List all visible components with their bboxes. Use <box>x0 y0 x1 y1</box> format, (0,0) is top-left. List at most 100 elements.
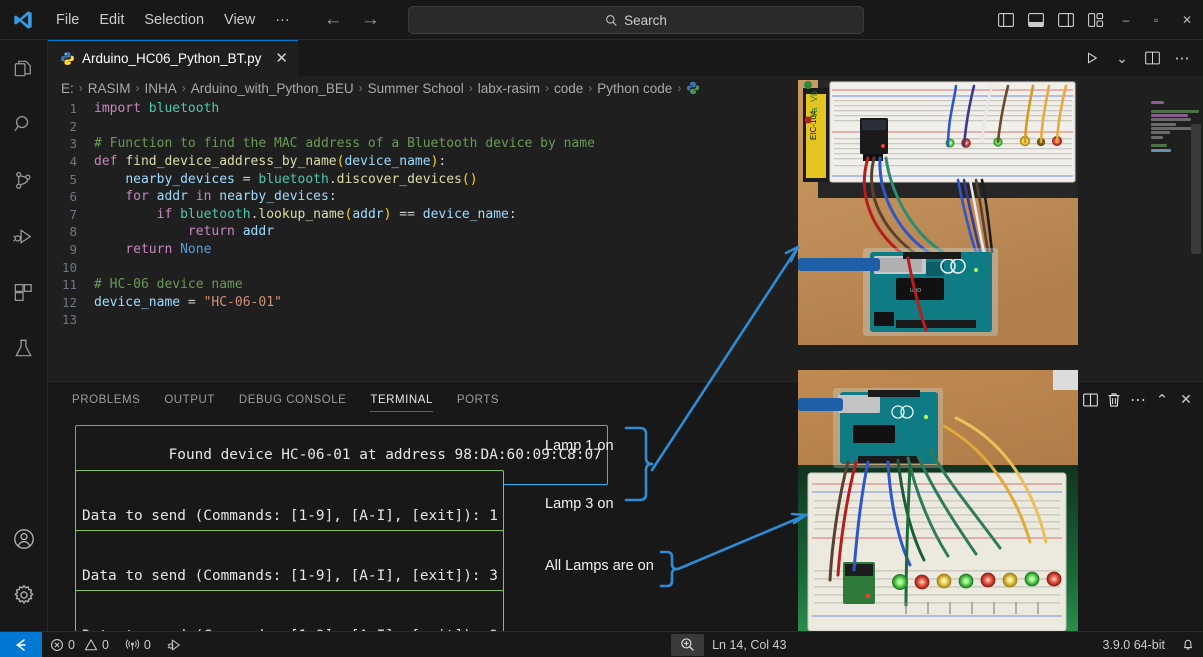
minimap-line <box>1151 144 1167 148</box>
go-back-icon[interactable]: ← <box>324 10 343 29</box>
code-text: nearby_devices = bluetooth.discover_devi… <box>125 171 478 187</box>
cursor-position-status[interactable]: Ln 14, Col 43 <box>704 632 794 657</box>
line-number: 2 <box>69 118 77 134</box>
breadcrumb-separator: › <box>78 81 83 95</box>
terminal-line-prompt-2: Data to send (Commands: [1-9], [A-I], [e… <box>82 568 498 584</box>
sidebar-item-search[interactable] <box>0 96 48 152</box>
debug-alt-icon <box>167 639 180 650</box>
close-icon[interactable]: ✕ <box>275 51 288 66</box>
split-editor-right-icon[interactable] <box>1139 40 1165 76</box>
customize-layout-icon[interactable] <box>1081 0 1111 40</box>
sidebar-item-source-control[interactable] <box>0 152 48 208</box>
error-count: 0 <box>68 637 75 652</box>
close-panel-icon[interactable]: ✕ <box>1175 382 1197 417</box>
line-number: 6 <box>69 189 77 205</box>
breadcrumb-item-1[interactable]: RASIM <box>88 81 131 96</box>
remote-window-button[interactable] <box>0 631 42 657</box>
tab-ports[interactable]: PORTS <box>445 382 511 417</box>
breadcrumb-item-0[interactable]: E: <box>61 81 74 96</box>
editor-tab-active[interactable]: Arduino_HC06_Python_BT.py ✕ <box>48 40 298 76</box>
go-forward-icon[interactable]: → <box>361 10 380 29</box>
run-options-chevron-down-icon[interactable]: ⌄ <box>1109 40 1135 76</box>
line-number: 12 <box>61 294 77 310</box>
sidebar-item-run-and-debug[interactable] <box>0 208 48 264</box>
minimap-line <box>1151 114 1188 118</box>
split-terminal-icon[interactable] <box>1079 382 1101 417</box>
breadcrumb-item-7[interactable]: Python code <box>597 81 672 96</box>
maximize-button[interactable]: ▫ <box>1141 0 1171 40</box>
tab-problems[interactable]: PROBLEMS <box>60 382 152 417</box>
minimize-button[interactable]: – <box>1111 0 1141 40</box>
toggle-secondary-sidebar-icon[interactable] <box>1051 0 1081 40</box>
toggle-panel-icon[interactable] <box>1021 0 1051 40</box>
search-input[interactable]: Search <box>408 6 864 34</box>
minimap-line <box>1151 109 1199 113</box>
title-bar: File Edit Selection View ··· ← → Search <box>0 0 1203 40</box>
line-number: 7 <box>69 206 77 222</box>
run-debug-icon <box>13 228 32 244</box>
minimap-line <box>1151 131 1170 135</box>
beaker-icon <box>15 339 32 356</box>
editor-actions: ⌄ ⋯ <box>1079 40 1195 76</box>
account-icon <box>13 529 34 549</box>
line-number: 8 <box>69 224 77 240</box>
breadcrumb-python-icon <box>686 81 700 95</box>
notifications-bell-button[interactable] <box>1173 632 1203 657</box>
code-text: import bluetooth <box>94 101 220 117</box>
minimap-line <box>1151 101 1165 105</box>
run-debug-status[interactable] <box>159 632 191 657</box>
breadcrumb-item-5[interactable]: labx-rasim <box>478 81 540 96</box>
code-text: def find_device_address_by_name(device_n… <box>94 154 447 170</box>
sidebar-item-explorer[interactable] <box>0 40 48 96</box>
remote-icon <box>16 638 26 651</box>
line-number: 9 <box>69 242 77 258</box>
menu-more[interactable]: ··· <box>265 9 300 31</box>
breadcrumb-separator: › <box>588 81 593 95</box>
python-interpreter-status[interactable]: 3.9.0 64-bit <box>1094 632 1173 657</box>
menu-view[interactable]: View <box>214 9 265 31</box>
maximize-panel-icon[interactable]: ⌃ <box>1151 382 1173 417</box>
warning-icon <box>84 638 98 650</box>
tab-output[interactable]: OUTPUT <box>152 382 227 417</box>
tab-debug-console[interactable]: DEBUG CONSOLE <box>227 382 358 417</box>
minimap-line <box>1151 148 1171 152</box>
sidebar-item-accounts[interactable] <box>0 511 48 567</box>
menu-selection[interactable]: Selection <box>134 9 214 31</box>
minimap[interactable] <box>1147 100 1203 381</box>
source-control-icon <box>16 171 31 189</box>
navigation-buttons: ← → <box>324 10 380 29</box>
menu-file[interactable]: File <box>46 9 89 31</box>
zoom-in-button[interactable] <box>671 633 705 656</box>
search-placeholder: Search <box>624 12 667 28</box>
minimap-line <box>1151 127 1196 131</box>
gear-icon <box>14 584 33 604</box>
code-text: return None <box>125 242 212 258</box>
close-button[interactable]: ✕ <box>1171 0 1203 40</box>
more-actions-icon[interactable]: ⋯ <box>1169 40 1195 76</box>
annotation-lamp-3-on: Lamp 3 on <box>545 496 614 512</box>
vscode-window: File Edit Selection View ··· ← → Search <box>0 0 1203 657</box>
code-text: # Function to find the MAC address of a … <box>94 136 595 152</box>
sidebar-item-extensions[interactable] <box>0 264 48 320</box>
tab-terminal[interactable]: TERMINAL <box>358 382 445 417</box>
breadcrumb-item-2[interactable]: INHA <box>145 81 177 96</box>
annotation-lamp-1-on: Lamp 1 on <box>545 438 614 454</box>
ports-status[interactable]: 0 <box>117 632 159 657</box>
photo-arduino-breadboard-all-leds <box>798 370 1078 655</box>
breadcrumb-item-6[interactable]: code <box>554 81 583 96</box>
run-python-file-button[interactable] <box>1079 40 1105 76</box>
menu-edit[interactable]: Edit <box>89 9 134 31</box>
breadcrumb-item-3[interactable]: Arduino_with_Python_BEU <box>191 81 354 96</box>
kill-terminal-trash-icon[interactable] <box>1103 382 1125 417</box>
breadcrumb-item-4[interactable]: Summer School <box>368 81 464 96</box>
sidebar-item-testing[interactable] <box>0 320 48 376</box>
sidebar-item-settings[interactable] <box>0 567 48 623</box>
problems-status[interactable]: 0 0 <box>42 632 117 657</box>
svg-text:Va: Va <box>809 108 819 118</box>
minimap-line <box>1151 122 1177 126</box>
panel-more-actions-icon[interactable]: ⋯ <box>1127 382 1149 417</box>
bell-icon <box>1183 639 1193 650</box>
toggle-primary-sidebar-icon[interactable] <box>991 0 1021 40</box>
vscode-logo-icon <box>0 9 46 31</box>
minimap-slider[interactable] <box>1191 124 1201 254</box>
